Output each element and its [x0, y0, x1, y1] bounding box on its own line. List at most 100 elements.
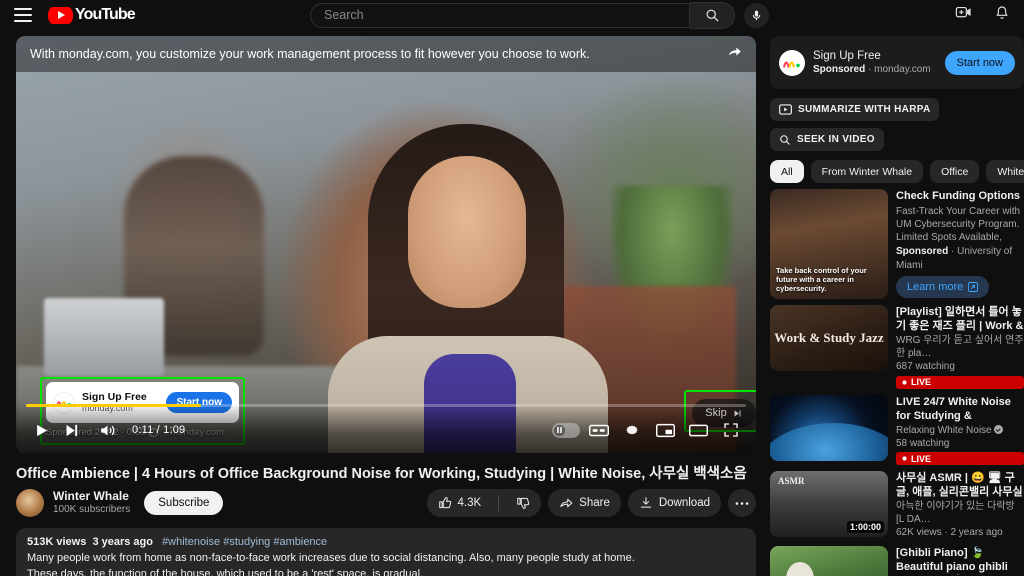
- top-navigation-bar: YouTube: [0, 0, 1024, 30]
- player-control-bar: 0:11 / 1:09: [16, 403, 756, 453]
- theater-mode-button[interactable]: [683, 415, 713, 445]
- list-item-channel: Relaxing White Noise: [896, 424, 1024, 437]
- search-box[interactable]: [310, 3, 690, 28]
- recommended-list: Take back control of your future with a …: [770, 189, 1024, 576]
- chip-all[interactable]: All: [770, 160, 804, 183]
- download-button[interactable]: Download: [628, 489, 721, 517]
- seek-in-video-button[interactable]: SEEK IN VIDEO: [770, 128, 884, 151]
- dislike-button[interactable]: [505, 489, 541, 517]
- video-player[interactable]: With monday.com, you customize your work…: [16, 36, 756, 453]
- live-badge: LIVE: [896, 452, 1024, 465]
- video-title: Office Ambience | 4 Hours of Office Back…: [16, 462, 761, 483]
- channel-info[interactable]: Winter Whale 100K subscribers: [53, 489, 130, 517]
- sponsored-badge: Sponsored: [896, 246, 948, 257]
- thumbnail[interactable]: Work & Study Jazz: [770, 305, 888, 371]
- channel-avatar[interactable]: [16, 489, 44, 517]
- list-item[interactable]: Take back control of your future with a …: [770, 189, 1024, 299]
- list-item-meta: 58 watching: [896, 437, 1024, 451]
- list-item-title: Check Funding Options: [896, 189, 1024, 203]
- sidebar-ad-sponsor-line: Sponsored · monday.com: [813, 63, 937, 76]
- search-input[interactable]: [324, 8, 689, 22]
- share-label: Share: [579, 497, 610, 509]
- youtube-watch-page: YouTube: [0, 0, 1024, 576]
- share-arrow-icon[interactable]: [727, 44, 742, 64]
- list-item[interactable]: LIVE 24/7 White Noise for Studying & Con…: [770, 395, 1024, 466]
- like-button[interactable]: 4.3K: [427, 489, 492, 517]
- live-dot-icon: [901, 379, 908, 386]
- description-box[interactable]: 513K views 3 years ago #whitenoise #stud…: [16, 528, 756, 576]
- miniplayer-button[interactable]: [650, 415, 680, 445]
- volume-icon: [99, 422, 116, 439]
- like-divider: [498, 495, 499, 511]
- video-action-buttons: 4.3K Share Download: [427, 489, 756, 517]
- live-label: LIVE: [911, 377, 931, 387]
- verified-badge-icon: [994, 425, 1003, 434]
- captions-button[interactable]: [584, 415, 614, 445]
- live-dot-icon: [901, 455, 908, 462]
- thumbnail[interactable]: Take back control of your future with a …: [770, 189, 888, 299]
- thumbnail-overlay-text: ASMR: [778, 476, 805, 486]
- play-button[interactable]: [26, 415, 56, 445]
- search-icon: [705, 8, 720, 23]
- view-count: 513K views: [27, 536, 86, 548]
- top-right-actions: [955, 0, 1010, 30]
- list-item[interactable]: ASMR 1:00:00 사무실 ASMR | 😀 🖥 구글, 애플, 실리콘밸…: [770, 471, 1024, 540]
- learn-more-button[interactable]: Learn more: [896, 276, 989, 298]
- ad-progress-fill: [26, 404, 201, 407]
- volume-button[interactable]: [92, 415, 122, 445]
- list-item-title: LIVE 24/7 White Noise for Studying & Con…: [896, 395, 1024, 424]
- list-item-meta: 687 watching: [896, 360, 1024, 374]
- chip-from-channel[interactable]: From Winter Whale: [811, 160, 923, 183]
- time-display: 0:11 / 1:09: [132, 424, 185, 436]
- chip-white-noise[interactable]: White noise: [986, 160, 1024, 183]
- create-video-icon[interactable]: [955, 4, 972, 26]
- chip-office[interactable]: Office: [930, 160, 979, 183]
- search-submit-button[interactable]: [690, 2, 735, 29]
- thumbnail[interactable]: [770, 395, 888, 461]
- sidebar-ad-text: Sign Up Free Sponsored · monday.com: [813, 49, 937, 77]
- player-right-controls: [551, 415, 746, 445]
- list-item-channel: WRG 우리가 듣고 싶어서 연주한 pla…: [896, 334, 1024, 360]
- filter-chips: All From Winter Whale Office White noise: [770, 160, 1024, 183]
- more-actions-button[interactable]: [728, 489, 756, 517]
- list-item[interactable]: [Ghibli Piano] 🍃 Beautiful piano ghibli …: [770, 546, 1024, 576]
- video-scene-person-face: [408, 156, 526, 308]
- fullscreen-button[interactable]: [716, 415, 746, 445]
- youtube-logo-text: YouTube: [75, 6, 135, 24]
- settings-button[interactable]: [617, 415, 647, 445]
- description-hashtags[interactable]: #whitenoise #studying #ambience: [162, 536, 327, 548]
- ad-progress-bar[interactable]: [26, 404, 746, 407]
- description-line-2: These days, the function of the house, w…: [27, 567, 745, 576]
- bell-icon[interactable]: [994, 5, 1010, 26]
- description-stats-row: 513K views 3 years ago #whitenoise #stud…: [27, 536, 745, 548]
- youtube-logo[interactable]: YouTube: [48, 6, 135, 24]
- harpa-label: SUMMARIZE WITH HARPA: [798, 104, 930, 115]
- search-area: [310, 0, 769, 30]
- summarize-with-harpa-button[interactable]: SUMMARIZE WITH HARPA: [770, 98, 939, 121]
- autoplay-toggle[interactable]: [551, 415, 581, 445]
- video-duration: 1:00:00: [847, 521, 884, 533]
- search-icon: [779, 134, 791, 146]
- thumbnail[interactable]: [770, 546, 888, 576]
- play-icon: [34, 423, 49, 438]
- share-button[interactable]: Share: [548, 489, 621, 517]
- sidebar-ad-cta-button[interactable]: Start now: [945, 51, 1015, 75]
- channel-subscriber-count: 100K subscribers: [53, 504, 130, 517]
- sidebar-ad-sponsored-label: Sponsored: [813, 64, 865, 75]
- external-link-icon: [968, 282, 978, 292]
- hamburger-menu-icon[interactable]: [14, 8, 32, 22]
- more-horizontal-icon: [735, 501, 749, 506]
- sidebar-ad-card[interactable]: Sign Up Free Sponsored · monday.com Star…: [770, 36, 1024, 89]
- next-video-button[interactable]: [56, 415, 86, 445]
- sidebar-ad-title: Sign Up Free: [813, 49, 937, 64]
- thumbnail[interactable]: ASMR 1:00:00: [770, 471, 888, 537]
- subscribe-button[interactable]: Subscribe: [144, 491, 223, 515]
- list-item-info: [Ghibli Piano] 🍃 Beautiful piano ghibli …: [896, 546, 1024, 576]
- harpa-row: SUMMARIZE WITH HARPA: [770, 89, 1024, 121]
- voice-search-button[interactable]: [744, 3, 769, 28]
- miniplayer-icon: [656, 423, 675, 438]
- list-item[interactable]: Work & Study Jazz [Playlist] 일하면서 틀어 놓기 …: [770, 305, 1024, 389]
- theater-mode-icon: [689, 423, 708, 438]
- thumbnail-overlay-text: Work & Study Jazz: [770, 305, 888, 371]
- list-item-title: 사무실 ASMR | 😀 🖥 구글, 애플, 실리콘밸리 사무실 ASMR …: [896, 471, 1024, 500]
